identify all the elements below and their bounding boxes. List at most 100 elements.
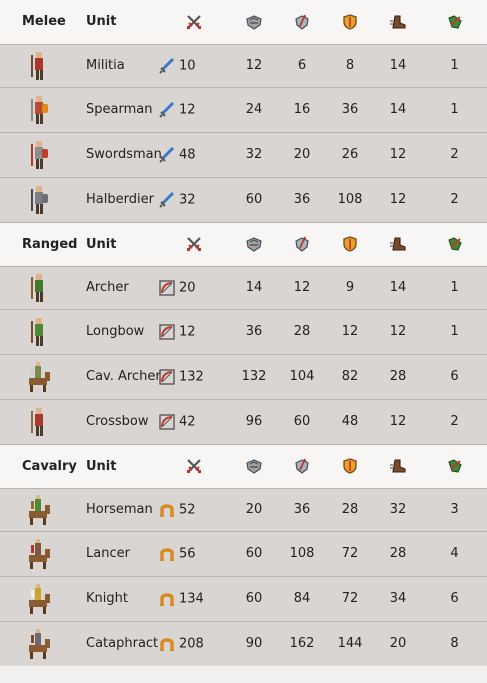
shield-value: 72 [341, 591, 359, 606]
attack-cell: 32 [158, 177, 230, 222]
attack-cell: 208 [158, 621, 230, 666]
melee-armor-icon [230, 222, 278, 266]
pierce-armor-value: 108 [289, 546, 315, 561]
pierce-armor-value: 20 [293, 147, 311, 162]
shield-value: 36 [341, 102, 359, 117]
attack-value: 32 [179, 192, 196, 207]
unit-column-label: Unit [86, 236, 117, 252]
attack-cell: 134 [158, 576, 230, 621]
speed-value: 12 [389, 192, 407, 207]
speed-value: 14 [389, 58, 407, 73]
horseshoe-attack-icon [158, 635, 176, 653]
shield-value: 144 [337, 636, 363, 652]
unit-name: Longbow [86, 324, 145, 339]
population-value: 6 [450, 591, 459, 606]
unit-name: Halberdier [86, 192, 154, 207]
unit-name: Archer [86, 280, 129, 295]
unit-name: Horseman [86, 502, 153, 517]
unit-portrait [0, 621, 80, 666]
pierce-armor-value: 104 [289, 369, 315, 384]
shield-value: 48 [341, 414, 359, 429]
speed-boot-icon [374, 0, 422, 44]
speed-value: 14 [389, 280, 407, 295]
shield-value: 28 [341, 502, 359, 517]
shield-value: 8 [345, 58, 355, 73]
attack-value: 12 [179, 324, 196, 339]
pierce-armor-icon [278, 222, 326, 266]
shield-icon [326, 444, 374, 488]
section-header-melee: Melee Unit [0, 0, 487, 44]
pop-icon [422, 444, 487, 488]
unit-row-spearman[interactable]: Spearman 12 24 16 36 14 1 [0, 87, 487, 132]
melee-armor-value: 32 [245, 147, 263, 162]
shield-value: 72 [341, 546, 359, 561]
shield-icon [326, 222, 374, 266]
sword-attack-icon [158, 146, 176, 164]
unit-portrait [0, 266, 80, 309]
unit-stats-table: Melee Unit Militia 10 12 6 8 14 1 Spearm… [0, 0, 487, 666]
attack-cell: 56 [158, 531, 230, 576]
sword-attack-icon [158, 191, 176, 209]
attack-value: 48 [179, 147, 196, 162]
melee-armor-value: 12 [245, 58, 263, 73]
pierce-armor-value: 16 [293, 102, 311, 117]
bow-attack-icon [158, 279, 176, 297]
unit-row-archer[interactable]: Archer 20 14 12 9 14 1 [0, 266, 487, 309]
attack-value: 134 [179, 591, 204, 606]
melee-armor-icon [230, 444, 278, 488]
shield-value: 9 [345, 280, 355, 295]
unit-row-horseman[interactable]: Horseman 52 20 36 28 32 3 [0, 488, 487, 531]
attack-cell: 48 [158, 132, 230, 177]
unit-portrait [0, 177, 80, 222]
attack-cell: 12 [158, 309, 230, 354]
unit-row-militia[interactable]: Militia 10 12 6 8 14 1 [0, 44, 487, 87]
melee-armor-icon [230, 0, 278, 44]
unit-name: Crossbow [86, 414, 149, 429]
unit-name: Cav. Archer [86, 369, 161, 384]
unit-row-cataphract[interactable]: Cataphract 208 90 162 144 20 8 [0, 621, 487, 666]
pierce-armor-value: 36 [293, 192, 311, 207]
unit-portrait [0, 399, 80, 444]
melee-armor-value: 14 [245, 280, 263, 295]
population-value: 2 [450, 192, 459, 207]
bow-attack-icon [158, 368, 176, 386]
unit-row-lancer[interactable]: Lancer 56 60 108 72 28 4 [0, 531, 487, 576]
pierce-armor-icon [278, 0, 326, 44]
attack-cell: 12 [158, 87, 230, 132]
unit-portrait [0, 87, 80, 132]
unit-row-swordsman[interactable]: Swordsman 48 32 20 26 12 2 [0, 132, 487, 177]
bow-attack-icon [158, 323, 176, 341]
shield-value: 82 [341, 369, 359, 384]
melee-armor-value: 132 [241, 369, 267, 384]
horseshoe-attack-icon [158, 590, 176, 608]
attack-cell: 42 [158, 399, 230, 444]
unit-row-crossbow[interactable]: Crossbow 42 96 60 48 12 2 [0, 399, 487, 444]
pierce-armor-value: 36 [293, 502, 311, 517]
swords-icon [158, 222, 230, 266]
attack-value: 56 [179, 546, 196, 561]
attack-value: 132 [179, 369, 204, 384]
category-label: Cavalry [22, 458, 77, 474]
unit-row-halberdier[interactable]: Halberdier 32 60 36 108 12 2 [0, 177, 487, 222]
melee-armor-value: 60 [245, 192, 263, 207]
unit-row-knight[interactable]: Knight 134 60 84 72 34 6 [0, 576, 487, 621]
pierce-armor-value: 6 [297, 58, 307, 73]
population-value: 1 [450, 58, 459, 73]
section-header-cavalry: Cavalry Unit [0, 444, 487, 488]
unit-name: Swordsman [86, 147, 162, 162]
pierce-armor-icon [278, 444, 326, 488]
shield-icon [326, 0, 374, 44]
attack-cell: 10 [158, 44, 230, 87]
shield-value: 108 [337, 192, 363, 207]
unit-portrait [0, 488, 80, 531]
attack-value: 42 [179, 414, 196, 429]
speed-boot-icon [374, 222, 422, 266]
unit-row-cav-archer[interactable]: Cav. Archer 132 132 104 82 28 6 [0, 354, 487, 399]
unit-column-label: Unit [86, 14, 117, 30]
unit-name: Spearman [86, 102, 153, 117]
speed-value: 34 [389, 591, 407, 606]
unit-portrait [0, 132, 80, 177]
pierce-armor-value: 60 [293, 414, 311, 429]
unit-name: Lancer [86, 546, 130, 561]
unit-row-longbow[interactable]: Longbow 12 36 28 12 12 1 [0, 309, 487, 354]
